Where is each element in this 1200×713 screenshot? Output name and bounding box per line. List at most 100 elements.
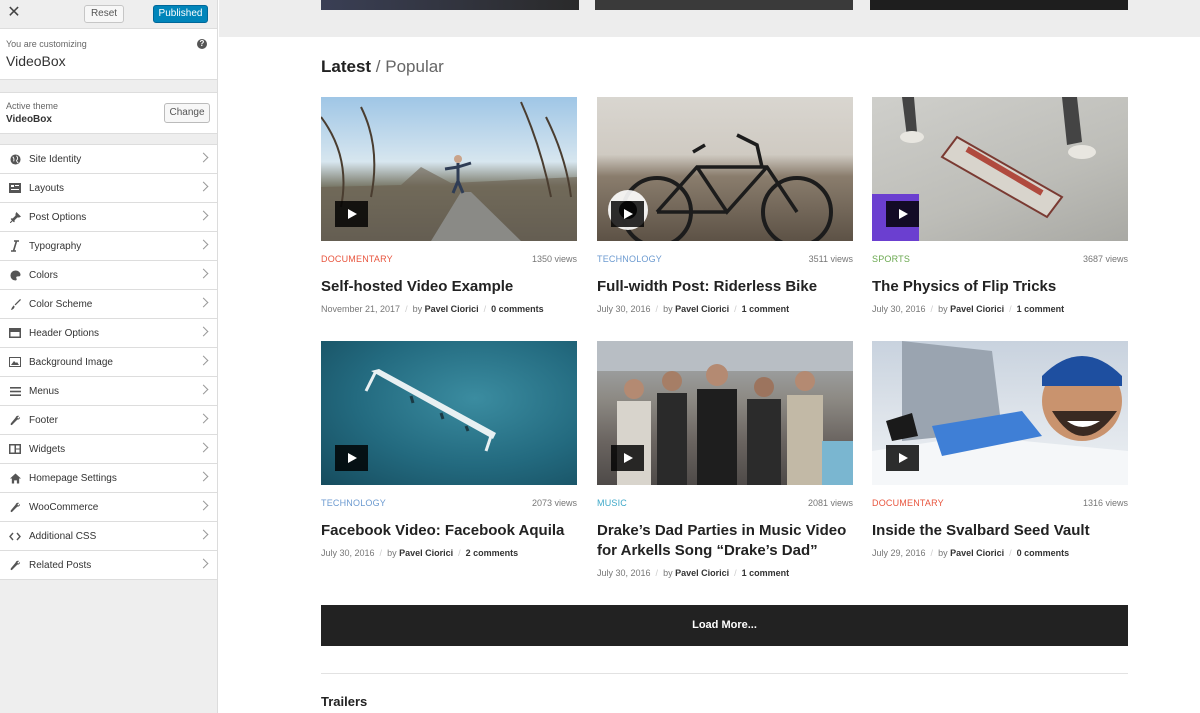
reset-button[interactable]: Reset <box>84 5 124 23</box>
post-title[interactable]: Drake’s Dad Parties in Music Video for A… <box>597 521 853 561</box>
view-count: 1350 views <box>531 254 577 264</box>
chevron-right-icon <box>198 500 209 511</box>
sidebar-item-label: Colors <box>29 269 58 281</box>
sidebar-item-label: Typography <box>29 240 82 252</box>
video-thumbnail[interactable] <box>321 0 579 10</box>
sidebar-item-label: Widgets <box>29 443 66 455</box>
separator: / <box>1009 304 1012 314</box>
play-icon[interactable] <box>886 201 919 227</box>
post-title[interactable]: Full-width Post: Riderless Bike <box>597 277 853 297</box>
sidebar-item-woocommerce[interactable]: WooCommerce <box>0 493 217 522</box>
sidebar-item-colors[interactable]: Colors <box>0 261 217 290</box>
post-card: DOCUMENTARY 1350 views Self-hosted Video… <box>321 97 577 314</box>
chevron-right-icon <box>198 471 209 482</box>
post-title[interactable]: Inside the Svalbard Seed Vault <box>872 521 1128 541</box>
sidebar-item-site-identity[interactable]: Site Identity <box>0 145 217 174</box>
separator: / <box>379 548 383 558</box>
post-meta: TECHNOLOGY 2073 views <box>321 498 577 510</box>
video-thumbnail[interactable] <box>870 0 1128 10</box>
separator: / <box>930 548 934 558</box>
divider <box>321 673 1128 674</box>
author-link[interactable]: Pavel Ciorici <box>425 304 479 314</box>
category-label[interactable]: SPORTS <box>872 254 910 264</box>
sidebar-item-label: Site Identity <box>29 153 82 165</box>
author-link[interactable]: Pavel Ciorici <box>950 304 1004 314</box>
help-icon[interactable]: ? <box>197 39 207 49</box>
change-theme-button[interactable]: Change <box>164 103 210 123</box>
sidebar-item-header-options[interactable]: Header Options <box>0 319 217 348</box>
video-thumbnail[interactable] <box>872 97 1128 241</box>
post-title[interactable]: Facebook Video: Facebook Aquila <box>321 521 577 541</box>
category-label[interactable]: TECHNOLOGY <box>321 498 386 508</box>
category-label[interactable]: TECHNOLOGY <box>597 254 662 264</box>
top-strip <box>219 0 1200 37</box>
menu-icon <box>9 385 21 397</box>
category-label[interactable]: DOCUMENTARY <box>872 498 944 508</box>
separator: / <box>930 304 934 314</box>
comments-link[interactable]: 2 comments <box>466 548 519 558</box>
chevron-right-icon <box>198 384 209 395</box>
sidebar-item-homepage-settings[interactable]: Homepage Settings <box>0 464 217 493</box>
sidebar-item-menus[interactable]: Menus <box>0 377 217 406</box>
post-card: DOCUMENTARY 1316 views Inside the Svalba… <box>872 341 1128 558</box>
author-link[interactable]: Pavel Ciorici <box>950 548 1004 558</box>
post-date: July 30, 2016 <box>321 548 375 558</box>
comments-link[interactable]: 0 comments <box>1017 548 1070 558</box>
sidebar-item-widgets[interactable]: Widgets <box>0 435 217 464</box>
category-label[interactable]: DOCUMENTARY <box>321 254 393 264</box>
sidebar-item-label: Footer <box>29 414 58 426</box>
sidebar-item-background-image[interactable]: Background Image <box>0 348 217 377</box>
video-thumbnail[interactable] <box>321 341 577 485</box>
tab-latest[interactable]: Latest <box>321 57 371 76</box>
sidebar-item-footer[interactable]: Footer <box>0 406 217 435</box>
separator: / <box>734 568 737 578</box>
sidebar-item-post-options[interactable]: Post Options <box>0 203 217 232</box>
sidebar-item-typography[interactable]: Typography <box>0 232 217 261</box>
customizer-header: ✕ Reset Published <box>0 0 217 29</box>
author-link[interactable]: Pavel Ciorici <box>675 568 729 578</box>
chevron-right-icon <box>198 326 209 337</box>
post-date: July 30, 2016 <box>597 568 651 578</box>
published-button[interactable]: Published <box>153 5 208 23</box>
title-separator: / <box>371 57 386 76</box>
play-icon[interactable] <box>335 445 368 471</box>
close-icon[interactable]: ✕ <box>6 5 22 21</box>
pin-icon <box>9 211 21 223</box>
chevron-right-icon <box>198 268 209 279</box>
play-icon[interactable] <box>611 445 644 471</box>
play-icon[interactable] <box>335 201 368 227</box>
customizing-label: You are customizing <box>6 39 87 49</box>
video-thumbnail[interactable] <box>872 341 1128 485</box>
view-count: 1316 views <box>1082 498 1128 508</box>
load-more-button[interactable]: Load More... <box>321 605 1128 646</box>
comments-link[interactable]: 1 comment <box>742 304 790 314</box>
palette-icon <box>9 269 21 281</box>
site-name: VideoBox <box>6 53 66 69</box>
sidebar-item-color-scheme[interactable]: Color Scheme <box>0 290 217 319</box>
separator: / <box>405 304 408 314</box>
customizer-menu: Site Identity Layouts Post Options Typog… <box>0 144 217 580</box>
sidebar-item-label: Additional CSS <box>29 530 97 542</box>
play-icon[interactable] <box>611 201 644 227</box>
video-thumbnail[interactable] <box>597 341 853 485</box>
play-icon[interactable] <box>886 445 919 471</box>
comments-link[interactable]: 1 comment <box>742 568 790 578</box>
sidebar-item-related-posts[interactable]: Related Posts <box>0 551 217 580</box>
category-label[interactable]: MUSIC <box>597 498 627 508</box>
post-title[interactable]: The Physics of Flip Tricks <box>872 277 1128 297</box>
sidebar-item-additional-css[interactable]: Additional CSS <box>0 522 217 551</box>
post-card: TECHNOLOGY 3511 views Full-width Post: R… <box>597 97 853 314</box>
comments-link[interactable]: 0 comments <box>491 304 544 314</box>
chevron-right-icon <box>198 529 209 540</box>
author-link[interactable]: Pavel Ciorici <box>399 548 453 558</box>
post-date: July 30, 2016 <box>872 304 926 314</box>
tab-popular[interactable]: Popular <box>385 57 444 76</box>
comments-link[interactable]: 1 comment <box>1017 304 1065 314</box>
post-meta: DOCUMENTARY 1350 views <box>321 254 577 266</box>
post-title[interactable]: Self-hosted Video Example <box>321 277 577 297</box>
sidebar-item-layouts[interactable]: Layouts <box>0 174 217 203</box>
author-link[interactable]: Pavel Ciorici <box>675 304 729 314</box>
video-thumbnail[interactable] <box>321 97 577 241</box>
video-thumbnail[interactable] <box>595 0 853 10</box>
video-thumbnail[interactable] <box>597 97 853 241</box>
